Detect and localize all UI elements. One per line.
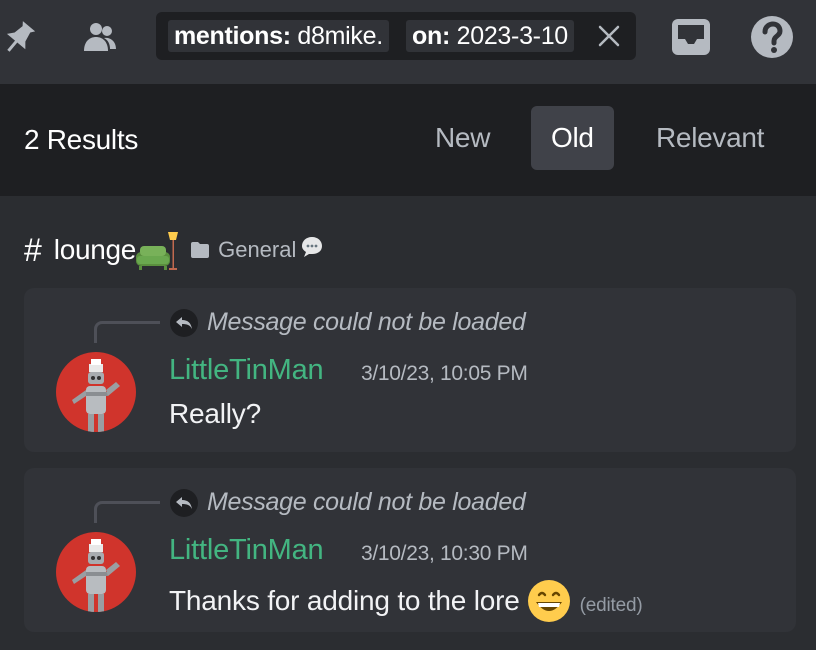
couch-and-lamp-icon (136, 232, 179, 270)
message-content: Really? (169, 398, 261, 430)
results-count: 2 Results (24, 124, 139, 155)
message-author[interactable]: LittleTinMan (169, 534, 324, 567)
message-timestamp: 3/10/23, 10:05 PM (361, 362, 528, 385)
search-filter-mentions[interactable]: mentions: d8mike. (168, 20, 389, 52)
reply-unavailable-text[interactable]: Message could not be loaded (207, 488, 526, 517)
search-filter-date[interactable]: on: 2023-3-10 (406, 20, 574, 52)
reply-unavailable-text[interactable]: Message could not be loaded (207, 308, 526, 337)
edited-label: (edited) (579, 595, 643, 616)
top-toolbar: mentions: d8mike. on: 2023-3-10 (0, 0, 816, 84)
channel-name: lounge (53, 234, 137, 265)
filter-value: 2023-3-10 (456, 22, 569, 50)
folder-icon (191, 242, 210, 258)
reply-arrow-icon (170, 489, 198, 517)
help-icon[interactable] (750, 15, 794, 59)
filter-value: d8mike. (297, 22, 383, 50)
reply-arrow-icon (170, 309, 198, 337)
channel-header[interactable]: # lounge General (24, 226, 324, 274)
close-icon[interactable] (596, 23, 622, 49)
category-name: General (218, 237, 297, 262)
inbox-icon[interactable] (671, 17, 711, 57)
hash-icon: # (24, 231, 42, 268)
message-timestamp: 3/10/23, 10:30 PM (361, 542, 528, 565)
pin-icon[interactable] (0, 17, 40, 57)
members-icon[interactable] (80, 17, 120, 57)
filter-key: on: (412, 22, 450, 50)
search-result-card[interactable]: Message could not be loaded LittleTinMan… (24, 288, 796, 452)
avatar[interactable] (56, 352, 136, 432)
message-author[interactable]: LittleTinMan (169, 354, 324, 387)
reply-spine (94, 501, 160, 523)
message-text: Really? (169, 398, 261, 429)
avatar[interactable] (56, 532, 136, 612)
filter-key: mentions: (174, 22, 291, 50)
search-results-header: 2 Results New Old Relevant (0, 84, 816, 196)
message-text: Thanks for adding to the lore (169, 585, 520, 616)
search-box[interactable]: mentions: d8mike. on: 2023-3-10 (156, 12, 636, 60)
speech-bubble-icon (302, 237, 323, 257)
grinning-face-icon (527, 580, 570, 622)
reply-spine (94, 321, 160, 343)
tin-man-avatar-icon (56, 532, 136, 612)
search-result-card[interactable]: Message could not be loaded LittleTinMan… (24, 468, 796, 632)
sort-tab-old[interactable]: Old (531, 106, 614, 170)
sort-tab-relevant[interactable]: Relevant (636, 106, 784, 170)
message-content: Thanks for adding to the lore (edited) (169, 578, 643, 624)
tin-man-avatar-icon (56, 352, 136, 432)
sort-tab-new[interactable]: New (415, 106, 510, 170)
